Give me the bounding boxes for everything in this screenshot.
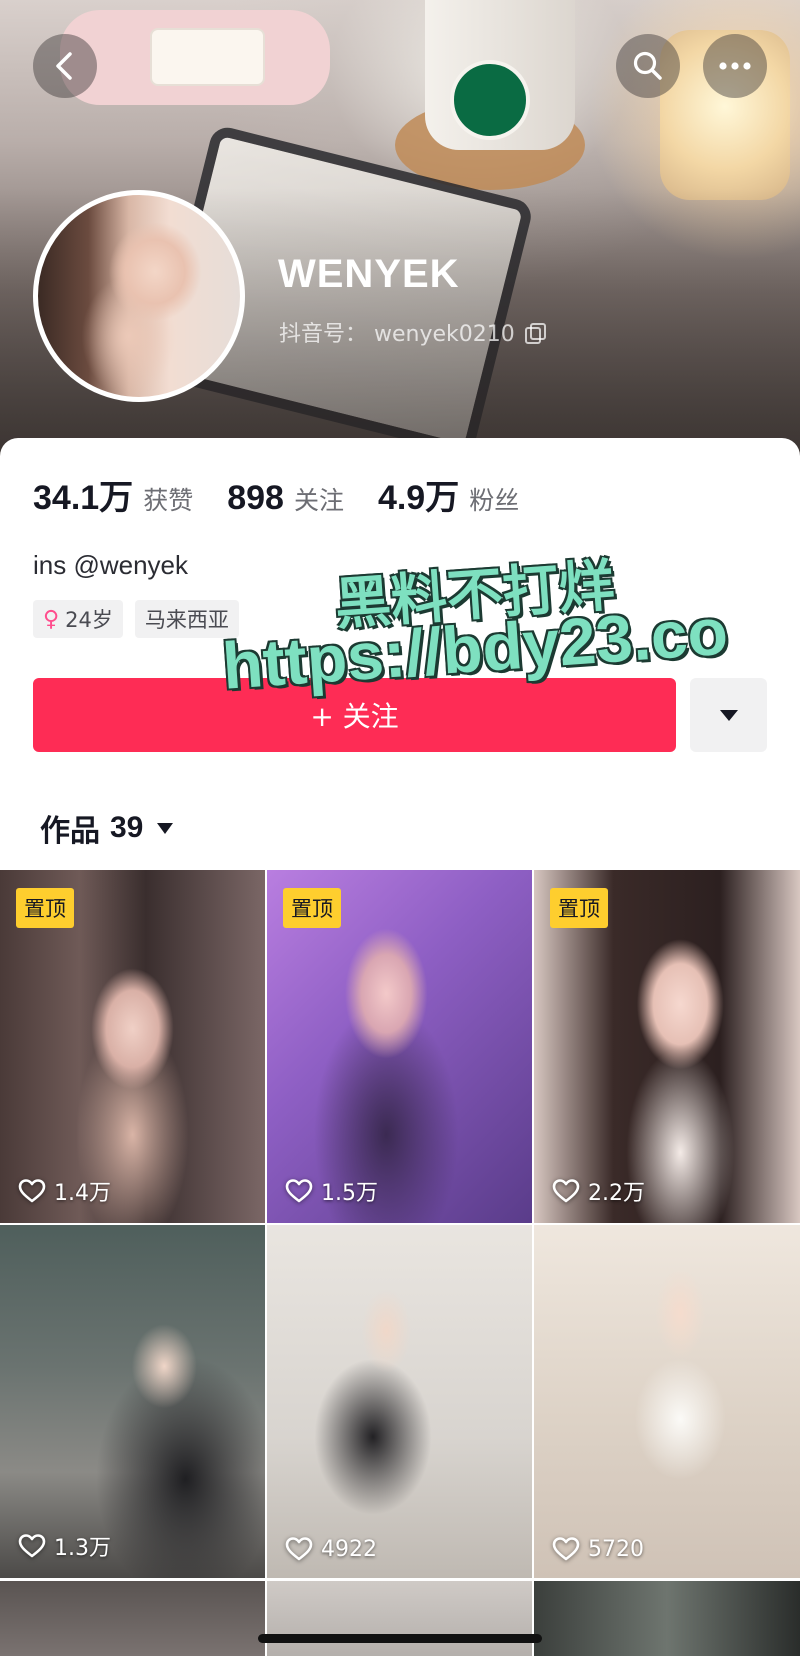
tab-works[interactable]: 作品 39: [40, 806, 174, 850]
video-likes-count: 5720: [588, 1536, 644, 1562]
avatar[interactable]: [33, 190, 245, 402]
video-likes-count: 1.3万: [54, 1536, 111, 1561]
more-dots-icon: [719, 62, 751, 70]
chevron-left-icon: [56, 52, 72, 80]
video-likes: 1.3万: [18, 1530, 111, 1562]
location-text: 马来西亚: [144, 608, 229, 632]
heart-outline-icon: [18, 1534, 46, 1558]
caret-down-icon: [157, 822, 174, 834]
tab-works-count: 39: [110, 811, 144, 844]
profile-username: WENYEK: [278, 252, 460, 296]
heart-outline-icon: [18, 1179, 46, 1203]
video-tile[interactable]: [0, 1581, 265, 1656]
video-tile[interactable]: 4922: [267, 1225, 532, 1578]
tab-works-label: 作品: [40, 814, 100, 849]
age-text: 24岁: [65, 608, 113, 632]
search-button[interactable]: [616, 34, 680, 98]
heart-outline-icon: [285, 1537, 313, 1561]
video-tile[interactable]: [267, 1581, 532, 1656]
video-grid-next-row: [0, 1581, 800, 1656]
stat-likes[interactable]: 34.1万 获赞: [33, 470, 193, 519]
video-likes: 4922: [285, 1536, 377, 1562]
video-tile[interactable]: 置顶 2.2万: [534, 870, 800, 1223]
female-icon: ♀: [43, 606, 60, 632]
stat-value: 34.1万: [33, 479, 134, 517]
pinned-badge: 置顶: [283, 888, 341, 928]
video-likes: 5720: [552, 1536, 644, 1562]
caret-down-icon: [719, 709, 738, 721]
pinned-badge: 置顶: [16, 888, 74, 928]
profile-stats: 34.1万 获赞 898 关注 4.9万 粉丝: [33, 470, 553, 519]
stat-following[interactable]: 898 关注: [227, 479, 344, 518]
video-tile[interactable]: 置顶 1.4万: [0, 870, 265, 1223]
video-tile[interactable]: 5720: [534, 1225, 800, 1578]
pinned-badge: 置顶: [550, 888, 608, 928]
stat-value: 898: [227, 479, 284, 517]
stat-label: 关注: [293, 486, 344, 515]
profile-bio: ins @wenyek: [33, 550, 189, 580]
more-button[interactable]: [703, 34, 767, 98]
video-likes: 1.4万: [18, 1175, 111, 1207]
follow-button-label: + 关注: [310, 700, 399, 733]
video-likes: 1.5万: [285, 1175, 378, 1207]
heart-outline-icon: [552, 1537, 580, 1561]
video-likes-count: 2.2万: [588, 1181, 645, 1206]
search-icon: [633, 51, 662, 80]
stat-followers[interactable]: 4.9万 粉丝: [378, 470, 519, 519]
heart-outline-icon: [285, 1179, 313, 1203]
recommend-dropdown-button[interactable]: [690, 678, 767, 752]
heart-outline-icon: [552, 1179, 580, 1203]
video-grid: 置顶 1.4万 置顶 1.5万 置顶 2.2万 1.3万 4922 5720: [0, 870, 800, 1578]
video-tile[interactable]: 1.3万: [0, 1225, 265, 1578]
video-likes-count: 1.5万: [321, 1181, 378, 1206]
stat-label: 粉丝: [469, 486, 520, 515]
video-tile[interactable]: 置顶 1.5万: [267, 870, 532, 1223]
stat-value: 4.9万: [377, 479, 460, 517]
stat-label: 获赞: [143, 486, 194, 515]
profile-tags: ♀ 24岁 马来西亚: [33, 600, 239, 638]
video-likes: 2.2万: [552, 1175, 645, 1207]
video-tile[interactable]: [534, 1581, 800, 1656]
douyin-id-row[interactable]: 抖音号： wenyek0210: [279, 316, 546, 348]
age-tag: ♀ 24岁: [33, 600, 123, 638]
douyin-id: 抖音号： wenyek0210: [279, 322, 515, 347]
video-likes-count: 1.4万: [54, 1181, 111, 1206]
copy-icon[interactable]: [524, 323, 546, 344]
home-indicator[interactable]: [258, 1634, 542, 1643]
back-button[interactable]: [33, 34, 97, 98]
video-likes-count: 4922: [321, 1536, 377, 1562]
